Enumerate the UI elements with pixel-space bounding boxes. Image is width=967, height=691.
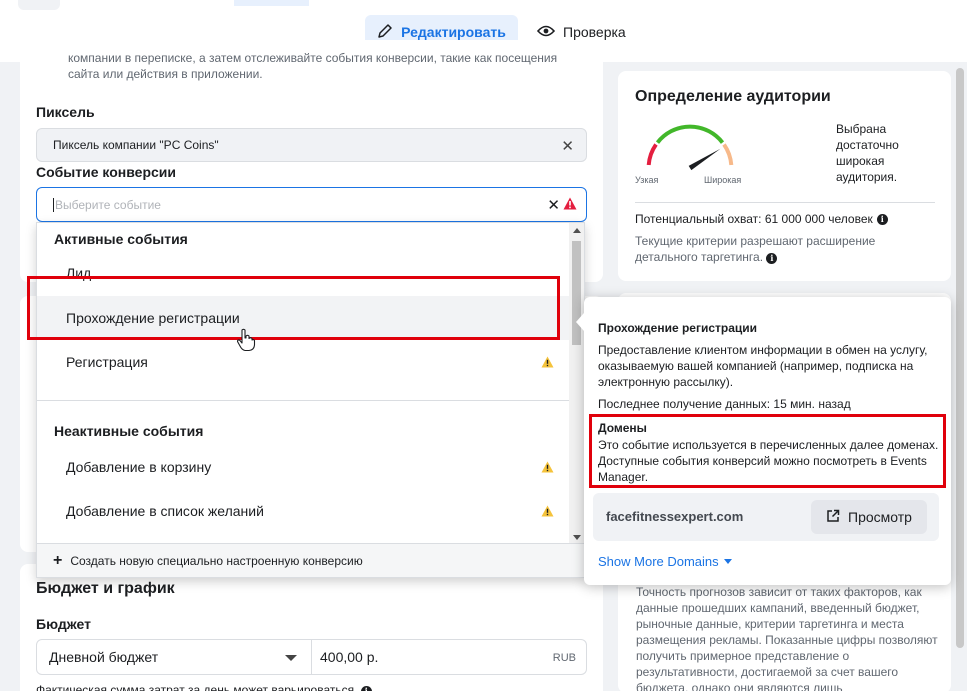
forecast-text: Точность прогнозов зависит от таких факт…	[636, 585, 938, 691]
event-placeholder: Выберите событие	[55, 197, 161, 212]
domain-name: facefitnessexpert.com	[606, 509, 744, 524]
info-icon[interactable]: i	[360, 686, 372, 691]
error-icon	[563, 197, 577, 213]
pixel-value: Пиксель компании "PC Coins"	[53, 138, 219, 152]
dropdown-item-add-to-wishlist[interactable]: Добавление в список желаний	[37, 489, 569, 533]
reach-note: Текущие критерии разрешают расширение де…	[635, 233, 895, 265]
audience-gauge	[646, 124, 734, 171]
audience-description: Выбрана достаточно широкая аудитория.	[836, 122, 899, 184]
warning-icon	[541, 460, 554, 476]
tooltip-last-received: Последнее получение данных: 15 мин. наза…	[598, 397, 851, 411]
event-label: Событие конверсии	[36, 164, 176, 180]
budget-label: Бюджет	[36, 616, 91, 632]
budget-note: Фактическая сумма затрат за день может в…	[36, 683, 372, 691]
potential-reach: Потенциальный охват: 61 000 000 человек …	[635, 212, 888, 226]
highlight-box-event	[27, 276, 560, 340]
pixel-label: Пиксель	[36, 104, 95, 120]
potential-reach-text: Потенциальный охват: 61 000 000 человек	[635, 212, 873, 226]
audience-definition-card: Определение аудитории Узкая Широкая Выбр…	[618, 71, 951, 281]
create-custom-conversion-button[interactable]: + Создать новую специально настроенную к…	[37, 543, 584, 577]
dropdown-item-label: Добавление в корзину	[66, 459, 212, 475]
audience-title: Определение аудитории	[635, 88, 831, 105]
pencil-icon	[377, 23, 393, 42]
top-tab-indicator	[234, 0, 309, 6]
audience-divider	[635, 202, 935, 203]
dropdown-item-add-to-cart[interactable]: Добавление в корзину	[37, 445, 569, 489]
back-button[interactable]	[18, 0, 60, 10]
gauge-low-label: Узкая	[635, 175, 659, 185]
dropdown-item-registration[interactable]: Регистрация	[37, 340, 569, 384]
show-more-domains-link[interactable]: Show More Domains	[598, 554, 732, 569]
show-more-domains-label: Show More Domains	[598, 554, 719, 569]
budget-section-title: Бюджет и график	[36, 580, 175, 597]
eye-icon	[536, 24, 556, 40]
budget-type-select[interactable]: Дневной бюджет	[36, 639, 312, 675]
info-icon[interactable]: i	[766, 253, 778, 264]
caret-down-icon	[285, 655, 297, 661]
currency-label: RUB	[552, 652, 576, 664]
active-events-header: Активные события	[54, 231, 188, 247]
gauge-needle-icon	[688, 148, 721, 171]
pixel-field[interactable]: Пиксель компании "PC Coins" ✕	[36, 128, 587, 162]
gauge-high-label: Широкая	[704, 175, 742, 185]
dropdown-scrollbar[interactable]	[569, 223, 584, 545]
tooltip-arrow	[576, 313, 584, 331]
scroll-down-icon[interactable]	[573, 535, 581, 540]
budget-note-text: Фактическая сумма затрат за день может в…	[36, 683, 358, 691]
warning-icon	[541, 355, 554, 371]
page-scrollbar[interactable]	[952, 62, 967, 691]
clear-pixel-icon[interactable]: ✕	[561, 137, 574, 155]
scroll-up-icon[interactable]	[573, 228, 581, 233]
event-select-input[interactable]: Выберите событие ✕	[36, 187, 587, 222]
external-link-icon	[826, 509, 840, 526]
dropdown-divider	[37, 400, 569, 401]
caret-down-icon	[723, 559, 732, 564]
domain-row: facefitnessexpert.com Просмотр	[593, 493, 939, 541]
dropdown-item-label: Добавление в список желаний	[66, 503, 264, 519]
reach-note-text: Текущие критерии разрешают расширение де…	[635, 234, 876, 264]
budget-amount-input[interactable]: 400,00 р. RUB	[312, 639, 587, 675]
info-icon[interactable]: i	[876, 213, 888, 225]
budget-amount-value: 400,00 р.	[320, 649, 379, 665]
tooltip-description: Предоставление клиентом информации в обм…	[598, 343, 928, 389]
plus-icon: +	[53, 551, 63, 569]
tab-edit-label: Редактировать	[401, 24, 506, 40]
hand-cursor-icon	[236, 328, 256, 355]
inactive-events-header: Неактивные события	[54, 423, 204, 439]
budget-type-value: Дневной бюджет	[49, 649, 159, 665]
text-cursor	[53, 197, 54, 212]
create-custom-conversion-label: Создать новую специально настроенную кон…	[70, 553, 363, 568]
view-domain-button[interactable]: Просмотр	[811, 500, 927, 534]
tooltip-title: Прохождение регистрации	[598, 321, 758, 335]
clear-event-icon[interactable]: ✕	[547, 196, 560, 214]
page-scrollbar-thumb[interactable]	[956, 68, 964, 648]
warning-icon	[541, 504, 554, 520]
tab-review-label: Проверка	[563, 24, 626, 40]
highlight-box-domains	[589, 414, 946, 488]
view-domain-label: Просмотр	[848, 509, 912, 525]
dropdown-item-label: Регистрация	[66, 354, 148, 370]
conversion-intro-text: компании в переписке, а затем отслеживай…	[68, 51, 558, 81]
